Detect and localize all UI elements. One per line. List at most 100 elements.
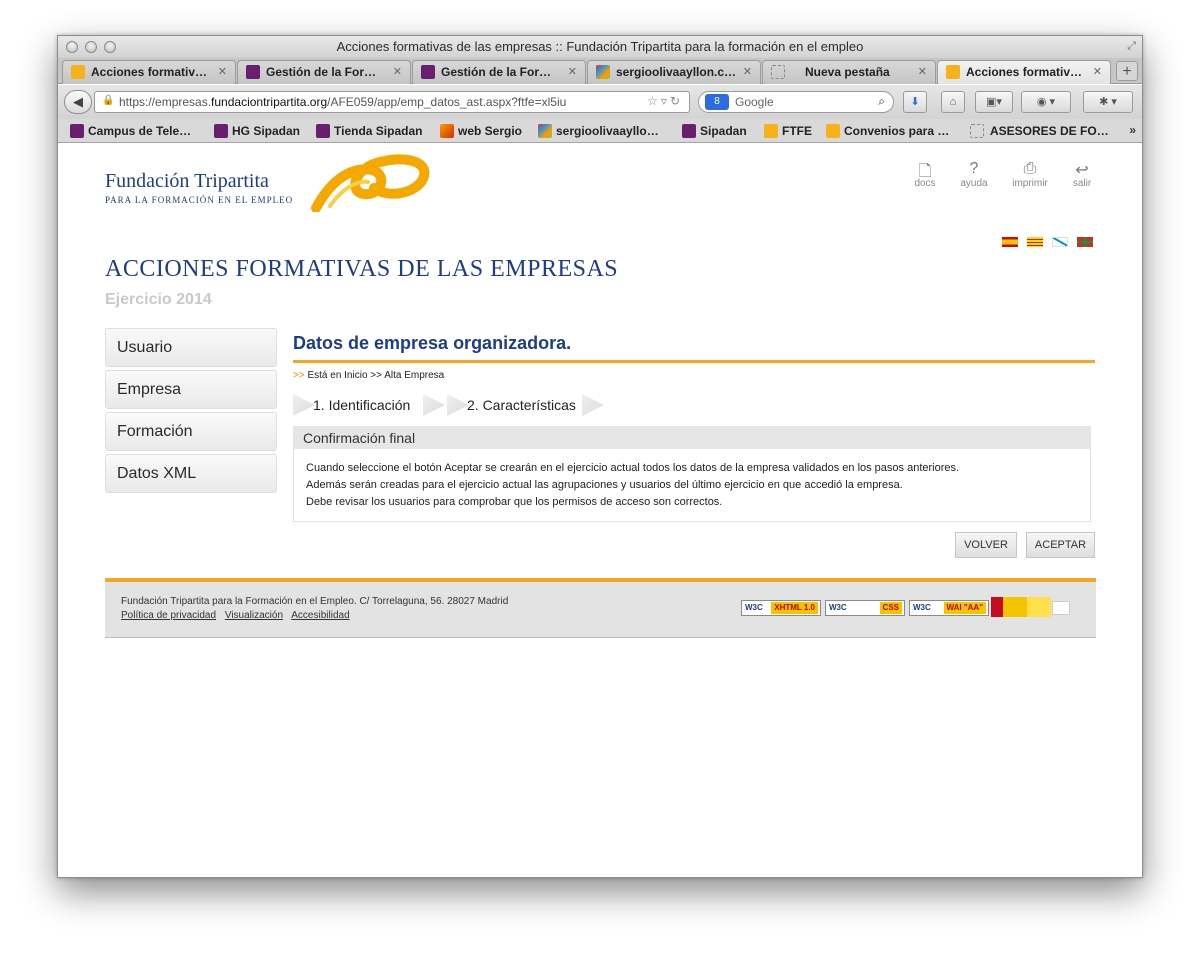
power-icon — [214, 124, 228, 138]
w3c-xhtml-badge[interactable]: W3C XHTML 1.0 — [741, 600, 821, 616]
close-tab-icon[interactable]: ✕ — [918, 65, 927, 78]
footer: Fundación Tripartita para la Formación e… — [105, 578, 1096, 638]
partner-logo — [1052, 601, 1070, 615]
confirmation-line: Cuando seleccione el botón Aceptar se cr… — [306, 462, 960, 474]
power-icon — [421, 65, 435, 79]
chevron-more-icon[interactable]: » — [1129, 123, 1136, 137]
search-bar[interactable]: 8 Google ⌕ — [698, 91, 894, 113]
tab-label: Gestión de la For… — [266, 65, 377, 79]
bookmark-star-icon[interactable]: ☆▿↻ — [647, 94, 683, 108]
accessibility-link[interactable]: Accesibilidad — [291, 610, 349, 621]
docs-tool[interactable]: 🗋 docs — [905, 160, 945, 189]
bookmark-label: FTFE — [782, 124, 812, 138]
step-chevron-icon — [582, 394, 604, 416]
url-domain: fundaciontripartita.org — [211, 95, 328, 109]
bookmark-hg-sipadan[interactable]: HG Sipadan — [214, 124, 300, 138]
back-button[interactable]: ◀ — [64, 90, 92, 114]
bookmark-web-sergio[interactable]: web Sergio — [440, 124, 522, 138]
close-tab-icon[interactable]: ✕ — [218, 65, 227, 78]
step-caracteristicas[interactable]: 2. Características — [447, 394, 604, 416]
visualization-link[interactable]: Visualización — [225, 610, 283, 621]
bookmark-sergio[interactable]: sergioolivaayllo… — [538, 124, 659, 138]
sidebar-item-empresa[interactable]: Empresa — [105, 370, 277, 409]
print-tool[interactable]: ⎙ imprimir — [1010, 160, 1050, 189]
bookmark-convenios[interactable]: Convenios para … — [826, 124, 949, 138]
power-icon — [682, 124, 696, 138]
exit-icon: ↩ — [1075, 162, 1089, 179]
tool-label: docs — [914, 178, 936, 189]
close-tab-icon[interactable]: ✕ — [393, 65, 402, 78]
help-icon: ? — [969, 160, 979, 177]
fullscreen-icon[interactable]: ⤢ — [1127, 40, 1136, 53]
tab-acciones-formativas-active[interactable]: Acciones formativ… ✕ — [937, 60, 1111, 84]
download-icon[interactable]: ⬇ — [903, 91, 927, 113]
sidebar-item-datos-xml[interactable]: Datos XML — [105, 454, 277, 493]
org-name: Fundación Tripartita — [105, 170, 269, 192]
flag-galician-icon[interactable] — [1052, 237, 1068, 247]
close-tab-icon[interactable]: ✕ — [568, 65, 577, 78]
sidebar-item-formacion[interactable]: Formación — [105, 412, 277, 451]
badge-value: WAI "AA" — [943, 602, 986, 614]
w3c-css-badge[interactable]: W3C CSS — [825, 600, 905, 616]
tab-nueva-pestana[interactable]: Nueva pestaña ✕ — [762, 60, 936, 84]
url-prefix: https://empresas. — [119, 95, 212, 109]
help-tool[interactable]: ? ayuda — [954, 160, 994, 189]
sidebar-item-usuario[interactable]: Usuario — [105, 328, 277, 367]
confirmation-panel: Confirmación final Cuando seleccione el … — [293, 426, 1091, 522]
flag-catalan-icon[interactable] — [1027, 237, 1043, 247]
bookmark-label: Campus de Tele… — [88, 124, 192, 138]
url-bar[interactable]: 🔒 https://empresas.fundaciontripartita.o… — [94, 91, 690, 113]
document-icon: 🗋 — [918, 163, 932, 180]
bookmark-ftfe[interactable]: FTFE — [764, 124, 812, 138]
title-divider — [293, 360, 1095, 363]
tool-label: ayuda — [960, 178, 988, 189]
search-icon[interactable]: ⌕ — [878, 94, 885, 109]
browser-window: Acciones formativas de las empresas :: F… — [57, 35, 1143, 878]
tab-label: Acciones formativ… — [966, 65, 1083, 79]
step-identificacion[interactable]: 1. Identificación — [293, 394, 445, 416]
blank-icon — [771, 65, 785, 79]
section-title: Datos de empresa organizadora. — [293, 333, 572, 353]
tab-acciones-formativas[interactable]: Acciones formativ… ✕ — [62, 60, 236, 84]
breadcrumb: >> Está en Inicio >> Alta Empresa — [293, 370, 444, 381]
bookmarks-bar: Campus de Tele… HG Sipadan Tienda Sipada… — [58, 119, 1142, 143]
bookmark-sipadan[interactable]: Sipadan — [682, 124, 747, 138]
flag-spanish-icon[interactable] — [1002, 237, 1018, 247]
search-placeholder: Google — [735, 95, 774, 109]
step-label: 2. Características — [467, 397, 576, 413]
footer-address: Fundación Tripartita para la Formación e… — [121, 596, 509, 607]
flag-basque-icon[interactable] — [1077, 237, 1093, 247]
search-engine-icon[interactable]: 8 — [705, 94, 729, 110]
extension-icon[interactable]: ◉ ▾ — [1021, 91, 1071, 113]
confirmation-line: Debe revisar los usuarios para comprobar… — [306, 496, 723, 508]
bookmark-label: web Sergio — [458, 124, 523, 138]
tab-gestion-2[interactable]: Gestión de la For… ✕ — [412, 60, 586, 84]
close-tab-icon[interactable]: ✕ — [1093, 65, 1102, 78]
bookmark-label: Tienda Sipadan — [334, 124, 423, 138]
breadcrumb-text: Está en Inicio >> Alta Empresa — [307, 370, 445, 381]
addon-menu-icon[interactable]: ✱ ▾ — [1083, 91, 1133, 113]
print-icon: ⎙ — [1023, 160, 1037, 177]
w3c-wai-badge[interactable]: W3C WAI "AA" — [909, 600, 989, 616]
volver-button[interactable]: VOLVER — [955, 532, 1017, 558]
confirmation-title: Confirmación final — [294, 427, 1090, 449]
confirmation-text: Cuando seleccione el botón Aceptar se cr… — [294, 449, 1090, 511]
tool-label: salir — [1072, 178, 1092, 189]
exit-tool[interactable]: ↩ salir — [1062, 160, 1102, 189]
home-icon[interactable]: ⌂ — [941, 91, 965, 113]
bookmark-tienda-sipadan[interactable]: Tienda Sipadan — [316, 124, 422, 138]
joomla-icon — [538, 124, 552, 138]
privacy-link[interactable]: Política de privacidad — [121, 610, 216, 621]
badge-value: XHTML 1.0 — [771, 602, 818, 614]
badge-w3c-label: W3C — [913, 603, 931, 612]
bookmarks-menu-icon[interactable]: ▣▾ — [975, 91, 1013, 113]
new-tab-button[interactable]: + — [1116, 61, 1138, 81]
org-subtitle: PARA LA FORMACIÓN EN EL EMPLEO — [105, 195, 294, 205]
bookmark-asesores[interactable]: ASESORES DE FO… — [970, 124, 1109, 138]
aceptar-button[interactable]: ACEPTAR — [1026, 532, 1095, 558]
power-icon — [246, 65, 260, 79]
tab-gestion-1[interactable]: Gestión de la For… ✕ — [237, 60, 411, 84]
tab-sergio[interactable]: sergioolivaayllon.c… ✕ — [587, 60, 761, 84]
bookmark-campus[interactable]: Campus de Tele… — [70, 124, 191, 138]
close-tab-icon[interactable]: ✕ — [743, 65, 752, 78]
